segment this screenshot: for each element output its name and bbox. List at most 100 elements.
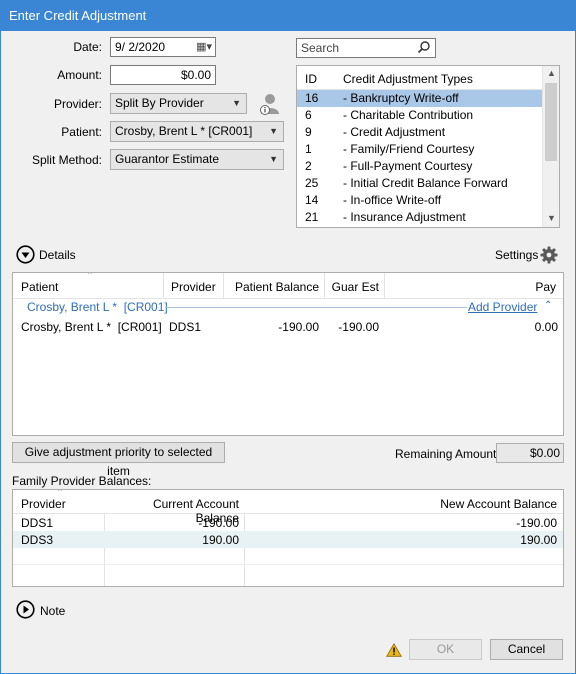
calendar-icon[interactable]: ▦▾: [196, 38, 212, 56]
list-item[interactable]: 9 - Credit Adjustment: [297, 124, 542, 141]
date-value: 9/ 2/2020: [115, 40, 166, 54]
family-header: Provider ⌃ Current Account Balance New A…: [13, 489, 563, 525]
provider-label: Provider:: [53, 97, 102, 111]
list-item[interactable]: 1 - Family/Friend Courtesy: [297, 141, 542, 158]
list-item[interactable]: 14 - In-office Write-off: [297, 192, 542, 209]
list-item[interactable]: 16 - Bankruptcy Write-off: [297, 90, 542, 107]
item-name: - Family/Friend Courtesy: [343, 142, 475, 156]
scrollbar-thumb[interactable]: [545, 83, 557, 161]
chevron-down-circle-icon[interactable]: [16, 245, 35, 264]
ok-button[interactable]: OK: [409, 639, 482, 660]
person-info-icon[interactable]: [257, 92, 281, 116]
family-row-provider: DDS1: [21, 516, 54, 530]
column-divider: [324, 273, 325, 299]
family-row-current: -190.00: [198, 516, 239, 530]
sort-up-icon: ⌃: [437, 65, 445, 72]
provider-select[interactable]: Split By Provider ▼: [110, 93, 247, 114]
date-label: Date:: [73, 40, 102, 54]
group-divider: [165, 307, 467, 308]
vertical-scrollbar[interactable]: ▲ ▼: [542, 66, 559, 227]
cancel-button[interactable]: Cancel: [490, 639, 563, 660]
header-new-balance[interactable]: New Account Balance: [253, 497, 557, 511]
column-divider: [384, 273, 385, 299]
item-id: 25: [305, 176, 319, 190]
amount-label: Amount:: [57, 68, 102, 82]
details-header: Patient ⌃ Provider Patient Balance Guar …: [13, 273, 563, 299]
chevron-down-icon: ▼: [232, 98, 241, 108]
list-item[interactable]: 25 - Initial Credit Balance Forward: [297, 175, 542, 192]
row-pay[interactable]: 0.00: [393, 320, 558, 334]
family-balances-label: Family Provider Balances:: [12, 474, 152, 488]
search-placeholder: Search: [301, 41, 340, 55]
item-name: - Credit Adjustment: [343, 125, 446, 139]
note-label[interactable]: Note: [40, 604, 65, 618]
family-row-new: -190.00: [516, 516, 557, 530]
table-row[interactable]: DDS3 190.00 190.00: [13, 531, 563, 548]
search-icon[interactable]: [417, 40, 431, 57]
amount-field[interactable]: $0.00: [110, 65, 216, 85]
remaining-amount-label: Remaining Amount:: [395, 447, 500, 461]
patient-select[interactable]: Crosby, Brent L * [CR001] ▼: [110, 121, 284, 142]
item-id: 1: [305, 142, 312, 156]
header-provider[interactable]: Provider: [171, 280, 216, 294]
item-id: 6: [305, 108, 312, 122]
chevron-down-icon: ▼: [269, 126, 278, 136]
family-balances-grid[interactable]: Provider ⌃ Current Account Balance New A…: [12, 489, 564, 587]
family-row-provider: DDS3: [21, 533, 54, 547]
adjustment-types-list[interactable]: ID Credit Adjustment Types ⌃ 16- Bankrup…: [296, 65, 560, 228]
item-id: 21: [305, 210, 319, 224]
provider-value: Split By Provider: [115, 96, 204, 110]
item-name: - In-office Write-off: [343, 193, 442, 207]
split-method-select[interactable]: Guarantor Estimate ▼: [110, 149, 284, 170]
list-item[interactable]: 2 - Full-Payment Courtesy: [297, 158, 542, 175]
gear-icon[interactable]: [540, 246, 558, 264]
search-input[interactable]: Search: [296, 38, 436, 58]
item-id: 16: [305, 91, 319, 105]
scroll-up-icon[interactable]: ▲: [547, 68, 556, 78]
list-item[interactable]: 21 - Insurance Adjustment: [297, 209, 542, 226]
patient-label: Patient:: [61, 125, 102, 139]
row-guar-est: -190.00: [338, 320, 379, 334]
details-grid[interactable]: Patient ⌃ Provider Patient Balance Guar …: [12, 272, 564, 436]
date-field[interactable]: 9/ 2/2020 ▦▾: [110, 37, 216, 57]
column-divider: [223, 273, 224, 299]
table-row: [13, 548, 563, 565]
sort-up-icon: ⌃: [56, 489, 64, 497]
split-method-label: Split Method:: [31, 153, 102, 167]
split-method-value: Guarantor Estimate: [115, 152, 220, 166]
group-row[interactable]: Crosby, Brent L * [CR001] Add Provider ⌃: [13, 299, 563, 316]
sort-up-icon: ⌃: [86, 272, 94, 280]
item-name: - Insurance Adjustment: [343, 210, 466, 224]
row-provider: DDS1: [169, 320, 202, 334]
warning-icon: [386, 643, 402, 657]
item-name: - Initial Credit Balance Forward: [343, 176, 508, 190]
header-pay[interactable]: Pay: [393, 280, 556, 294]
patient-value: Crosby, Brent L * [CR001]: [115, 124, 253, 138]
header-patient-balance[interactable]: Patient Balance: [227, 280, 319, 294]
item-id: 14: [305, 193, 319, 207]
group-patient-name: Crosby, Brent L * [CR001]: [27, 300, 168, 314]
collapse-icon[interactable]: ⌃: [544, 300, 552, 311]
family-row-current: 190.00: [202, 533, 239, 547]
item-name: - Charitable Contribution: [343, 108, 474, 122]
header-provider[interactable]: Provider: [21, 497, 66, 511]
give-priority-button[interactable]: Give adjustment priority to selected ite…: [12, 442, 225, 478]
header-adjustment-types[interactable]: Credit Adjustment Types: [343, 72, 473, 86]
item-name: - Bankruptcy Write-off: [343, 91, 459, 105]
table-row[interactable]: Crosby, Brent L * [CR001] DDS1 -190.00 -…: [13, 318, 563, 336]
chevron-right-circle-icon[interactable]: [16, 600, 35, 619]
list-header: ID Credit Adjustment Types ⌃: [297, 66, 542, 90]
header-id[interactable]: ID: [305, 72, 317, 86]
chevron-down-icon: ▼: [269, 154, 278, 164]
header-guar-est[interactable]: Guar Est: [329, 280, 379, 294]
adjustment-rows: 16 - Bankruptcy Write-off 6 - Charitable Co…: [297, 90, 542, 227]
settings-label[interactable]: Settings: [495, 248, 538, 262]
add-provider-link[interactable]: Add Provider: [468, 300, 537, 314]
header-patient[interactable]: Patient: [21, 280, 58, 294]
table-row[interactable]: DDS1 -190.00 -190.00: [13, 514, 563, 531]
list-item[interactable]: 6 - Charitable Contribution: [297, 107, 542, 124]
scroll-down-icon[interactable]: ▼: [547, 213, 556, 223]
column-divider: [163, 273, 164, 299]
window-title: Enter Credit Adjustment: [0, 0, 576, 31]
details-label[interactable]: Details: [39, 248, 76, 262]
